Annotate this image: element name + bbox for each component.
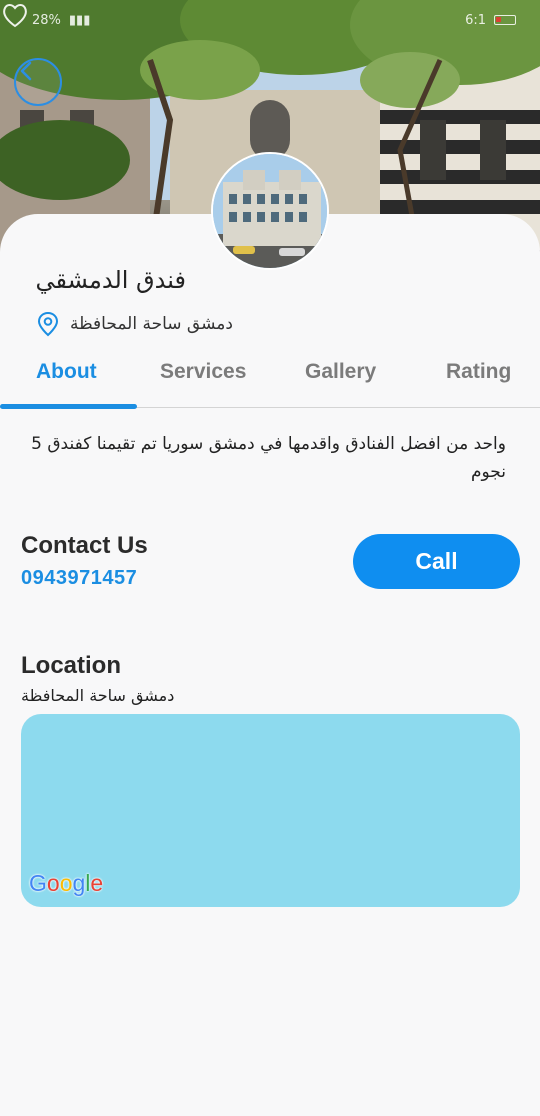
hotel-address-row: دمشق ساحة المحافظة — [36, 311, 233, 337]
back-button[interactable] — [14, 58, 62, 106]
hotel-name-container: فندق الدمشقي — [35, 266, 186, 302]
tab-rating[interactable]: Rating — [446, 360, 511, 384]
contact-title: Contact Us — [21, 532, 148, 559]
hotel-address: دمشق ساحة المحافظة — [70, 314, 233, 334]
status-bar: 28% ▮▮▮ 6:1 — [0, 0, 540, 40]
location-address: دمشق ساحة المحافظة — [21, 686, 175, 705]
tab-services[interactable]: Services — [160, 360, 246, 384]
hotel-avatar-image — [213, 154, 327, 268]
hotel-name: فندق الدمشقي — [35, 266, 186, 294]
battery-level: 28% — [32, 12, 61, 28]
google-logo: Google — [29, 870, 104, 896]
tab-about[interactable]: About — [36, 360, 97, 384]
call-button[interactable]: Call — [353, 534, 520, 589]
status-time: 6:1 — [465, 12, 486, 28]
signal-icon: ▮▮▮ — [68, 12, 91, 28]
location-pin-icon — [37, 311, 59, 337]
about-description: واحد من افضل الفنادق واقدمها في دمشق سور… — [31, 434, 506, 482]
phone-number[interactable]: 0943971457 — [21, 567, 137, 590]
tab-indicator — [0, 404, 137, 409]
battery-icon — [494, 15, 516, 25]
map-view[interactable]: Google — [21, 714, 520, 907]
location-title: Location — [21, 652, 121, 679]
back-arrow-icon — [20, 61, 32, 81]
tab-bar: About Services Gallery Rating — [0, 352, 540, 409]
hotel-avatar — [211, 152, 329, 270]
heart-icon[interactable] — [0, 0, 30, 30]
tab-gallery[interactable]: Gallery — [305, 360, 376, 384]
